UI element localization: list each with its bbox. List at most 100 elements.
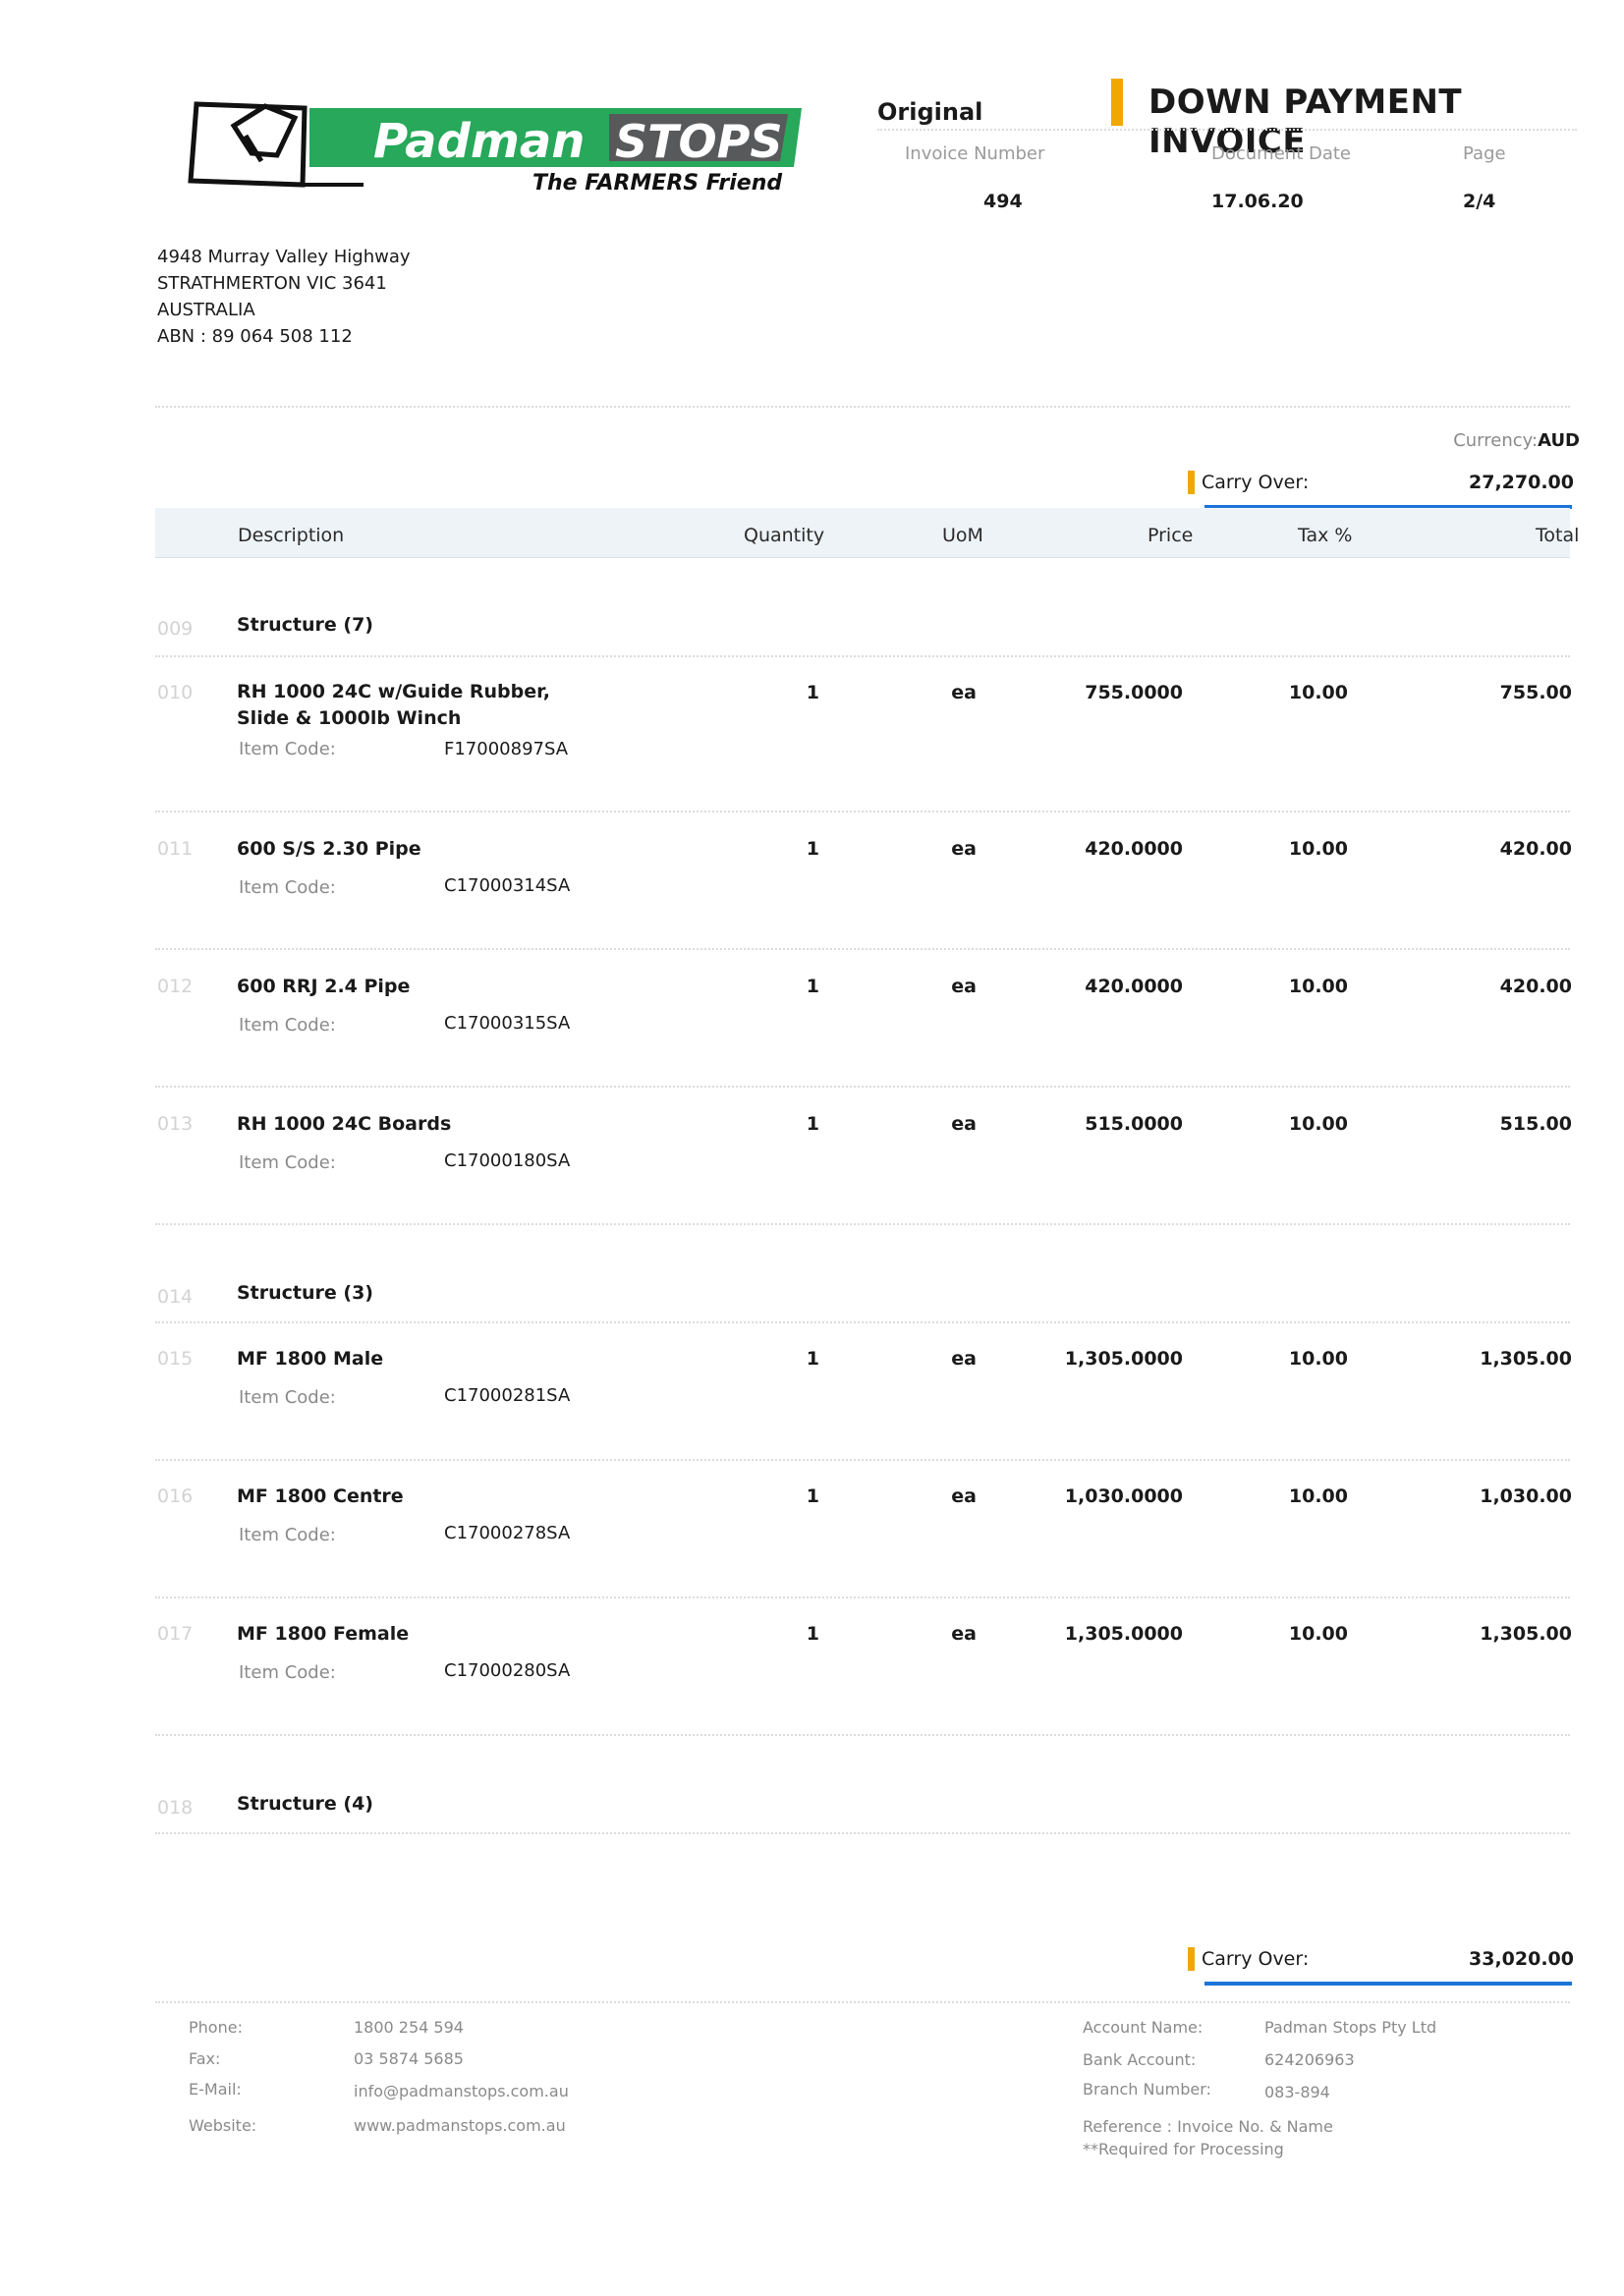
document-status: Original [877, 98, 983, 126]
row-divider [155, 1459, 1570, 1461]
col-tax: Tax % [1298, 525, 1353, 546]
line-number: 015 [157, 1348, 194, 1370]
fax: 03 5874 5685 [354, 2049, 464, 2068]
price: 1,305.0000 [1064, 1623, 1183, 1645]
logo-graphic: Padman STOPS The FARMERS Friend [188, 101, 802, 196]
price: 1,305.0000 [1064, 1348, 1183, 1370]
uom: ea [951, 1485, 977, 1507]
row-divider [155, 655, 1570, 657]
address-divider [155, 406, 1570, 408]
item-code: C17000281SA [444, 1385, 571, 1406]
item-description: 600 S/S 2.30 Pipe [237, 838, 421, 860]
logo-name-part2: STOPS [615, 115, 782, 168]
page-number: 2/4 [1463, 191, 1496, 212]
col-uom: UoM [942, 525, 983, 546]
item-description: MF 1800 Male [237, 1348, 384, 1370]
line-number: 012 [157, 976, 194, 997]
total: 420.00 [1499, 838, 1572, 860]
price: 515.0000 [1085, 1113, 1183, 1135]
quantity: 1 [806, 838, 819, 860]
row-divider [155, 1223, 1570, 1225]
row-divider [155, 1086, 1570, 1088]
quantity: 1 [806, 1113, 819, 1135]
address-line-1: 4948 Murray Valley Highway [157, 247, 411, 267]
item-code-label: Item Code: [239, 1662, 336, 1683]
section-heading: Structure (3) [237, 1282, 373, 1304]
line-number: 010 [157, 682, 194, 703]
total: 1,305.00 [1480, 1623, 1572, 1645]
phone: 1800 254 594 [354, 2018, 464, 2037]
total: 515.00 [1499, 1113, 1572, 1135]
page-label: Page [1463, 143, 1506, 164]
line-number: 017 [157, 1623, 194, 1645]
item-description: 600 RRJ 2.4 Pipe [237, 976, 411, 997]
fax-label: Fax: [189, 2049, 221, 2068]
row-divider [155, 1321, 1570, 1323]
address-line-3: AUSTRALIA [157, 300, 255, 320]
carry-over-bottom-accent [1188, 1947, 1195, 1971]
total: 1,305.00 [1480, 1348, 1572, 1370]
carry-over-top-value: 27,270.00 [1469, 472, 1574, 493]
row-divider [155, 1596, 1570, 1598]
carry-over-top-label: Carry Over: [1202, 472, 1310, 493]
item-description: RH 1000 24C Boards [237, 1113, 452, 1135]
account-name: Padman Stops Pty Ltd [1264, 2018, 1437, 2037]
item-code-label: Item Code: [239, 877, 336, 898]
website-label: Website: [189, 2116, 257, 2135]
item-code: C17000280SA [444, 1660, 571, 1681]
item-code-label: Item Code: [239, 1015, 336, 1036]
item-description: MF 1800 Female [237, 1623, 410, 1645]
branch-number: 083-894 [1264, 2083, 1330, 2101]
line-number: 016 [157, 1485, 194, 1507]
line-number: 014 [157, 1286, 194, 1308]
item-description: MF 1800 Centre [237, 1485, 404, 1507]
logo-name-part1: Padman [373, 114, 585, 169]
company-logo: Padman STOPS The FARMERS Friend [187, 96, 806, 196]
footer-divider [155, 2001, 1570, 2003]
uom: ea [951, 1623, 977, 1645]
uom: ea [951, 1348, 977, 1370]
branch-number-label: Branch Number: [1083, 2080, 1211, 2099]
col-description: Description [238, 525, 345, 546]
logo-tagline: The FARMERS Friend [532, 171, 782, 195]
tax: 10.00 [1288, 1623, 1348, 1645]
address-line-2: STRATHMERTON VIC 3641 [157, 273, 387, 294]
invoice-number: 494 [983, 191, 1023, 212]
item-code: C17000180SA [444, 1150, 571, 1171]
tax: 10.00 [1288, 976, 1348, 997]
line-number: 009 [157, 618, 194, 640]
tax: 10.00 [1288, 838, 1348, 860]
row-divider [155, 948, 1570, 950]
uom: ea [951, 976, 977, 997]
item-code-label: Item Code: [239, 1387, 336, 1408]
email: info@padmanstops.com.au [354, 2082, 569, 2100]
item-description-line-2: Slide & 1000lb Winch [237, 707, 462, 729]
document-date: 17.06.20 [1211, 191, 1304, 212]
price: 420.0000 [1085, 838, 1183, 860]
uom: ea [951, 1113, 977, 1135]
currency-label: Currency: [1453, 430, 1539, 451]
total: 420.00 [1499, 976, 1572, 997]
payment-reference: Reference : Invoice No. & Name [1083, 2117, 1333, 2136]
item-code: C17000314SA [444, 875, 571, 896]
table-header [155, 508, 1570, 558]
row-divider [155, 1734, 1570, 1736]
document-date-label: Document Date [1211, 143, 1351, 164]
uom: ea [951, 682, 977, 703]
item-code-label: Item Code: [239, 739, 336, 759]
line-number: 018 [157, 1797, 194, 1819]
line-number: 011 [157, 838, 194, 860]
row-divider [155, 1832, 1570, 1834]
title-accent-bar [1111, 79, 1123, 126]
quantity: 1 [806, 1485, 819, 1507]
header-divider [877, 129, 1577, 131]
item-description: RH 1000 24C w/Guide Rubber, Slide & 1000… [237, 679, 550, 732]
carry-over-top-accent [1188, 471, 1195, 494]
tax: 10.00 [1288, 1348, 1348, 1370]
section-heading: Structure (4) [237, 1793, 373, 1815]
tax: 10.00 [1288, 1113, 1348, 1135]
carry-over-bottom-underline [1204, 1982, 1572, 1986]
abn: ABN : 89 064 508 112 [157, 326, 353, 347]
price: 1,030.0000 [1064, 1485, 1183, 1507]
invoice-number-label: Invoice Number [905, 143, 1045, 164]
